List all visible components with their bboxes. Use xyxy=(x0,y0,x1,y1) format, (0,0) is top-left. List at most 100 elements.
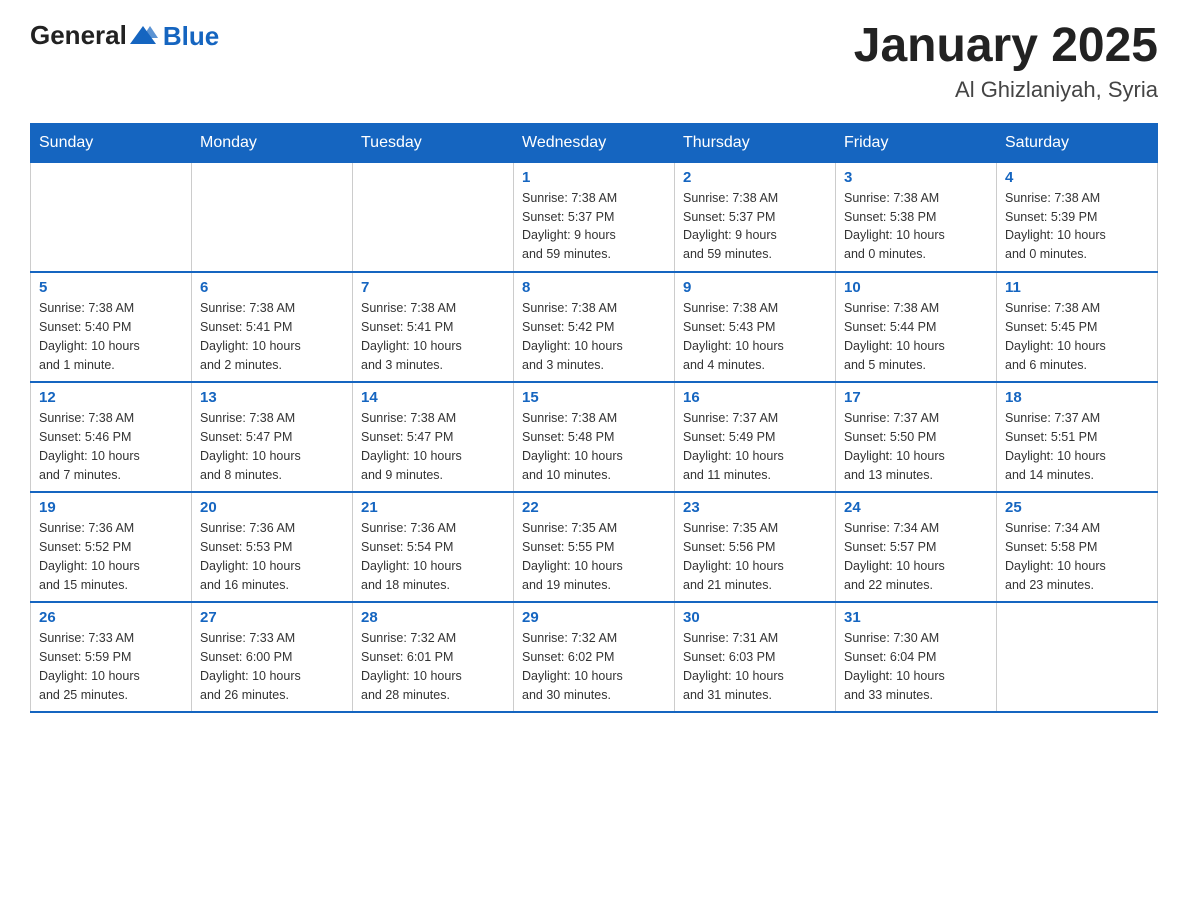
day-number: 19 xyxy=(39,499,183,516)
calendar-cell xyxy=(997,602,1158,712)
calendar-cell: 13 Sunrise: 7:38 AM Sunset: 5:47 PM Dayli… xyxy=(192,382,353,492)
day-info: Sunrise: 7:34 AM Sunset: 5:58 PM Dayligh… xyxy=(1005,519,1149,594)
calendar-cell: 10 Sunrise: 7:38 AM Sunset: 5:44 PM Dayli… xyxy=(836,272,997,382)
day-number: 17 xyxy=(844,389,988,406)
calendar-cell: 7Sunrise: 7:38 AM Sunset: 5:41 PM Daylig… xyxy=(353,272,514,382)
header-friday: Friday xyxy=(836,123,997,162)
day-info: Sunrise: 7:34 AM Sunset: 5:57 PM Dayligh… xyxy=(844,519,988,594)
day-number: 26 xyxy=(39,609,183,626)
day-number: 28 xyxy=(361,609,505,626)
day-number: 13 xyxy=(200,389,344,406)
logo-general: General xyxy=(30,20,127,51)
calendar-cell: 1 Sunrise: 7:38 AM Sunset: 5:37 PM Daylig… xyxy=(514,162,675,272)
calendar-week-0: 1 Sunrise: 7:38 AM Sunset: 5:37 PM Daylig… xyxy=(31,162,1158,272)
day-info: Sunrise: 7:38 AM Sunset: 5:38 PM Dayligh… xyxy=(844,189,988,264)
day-number: 4 xyxy=(1005,169,1149,186)
day-number: 3 xyxy=(844,169,988,186)
day-number: 10 xyxy=(844,279,988,296)
calendar-cell: 5Sunrise: 7:38 AM Sunset: 5:40 PM Daylig… xyxy=(31,272,192,382)
calendar-cell: 26 Sunrise: 7:33 AM Sunset: 5:59 PM Dayli… xyxy=(31,602,192,712)
calendar-cell: 8 Sunrise: 7:38 AM Sunset: 5:42 PM Daylig… xyxy=(514,272,675,382)
page-header: General Blue January 2025 Al Ghizlaniyah… xyxy=(30,20,1158,103)
day-info: Sunrise: 7:38 AM Sunset: 5:45 PM Dayligh… xyxy=(1005,299,1149,374)
day-number: 11 xyxy=(1005,279,1149,296)
calendar-cell: 16Sunrise: 7:37 AM Sunset: 5:49 PM Dayli… xyxy=(675,382,836,492)
day-info: Sunrise: 7:33 AM Sunset: 5:59 PM Dayligh… xyxy=(39,629,183,704)
header-tuesday: Tuesday xyxy=(353,123,514,162)
header-saturday: Saturday xyxy=(997,123,1158,162)
day-info: Sunrise: 7:37 AM Sunset: 5:51 PM Dayligh… xyxy=(1005,409,1149,484)
day-number: 12 xyxy=(39,389,183,406)
calendar-header-row: SundayMondayTuesdayWednesdayThursdayFrid… xyxy=(31,123,1158,162)
calendar-cell: 2Sunrise: 7:38 AM Sunset: 5:37 PM Daylig… xyxy=(675,162,836,272)
day-number: 21 xyxy=(361,499,505,516)
header-wednesday: Wednesday xyxy=(514,123,675,162)
calendar-cell: 23 Sunrise: 7:35 AM Sunset: 5:56 PM Dayli… xyxy=(675,492,836,602)
day-info: Sunrise: 7:38 AM Sunset: 5:47 PM Dayligh… xyxy=(200,409,344,484)
day-number: 18 xyxy=(1005,389,1149,406)
day-info: Sunrise: 7:35 AM Sunset: 5:56 PM Dayligh… xyxy=(683,519,827,594)
day-number: 31 xyxy=(844,609,988,626)
day-info: Sunrise: 7:37 AM Sunset: 5:49 PM Dayligh… xyxy=(683,409,827,484)
day-info: Sunrise: 7:36 AM Sunset: 5:53 PM Dayligh… xyxy=(200,519,344,594)
day-info: Sunrise: 7:36 AM Sunset: 5:52 PM Dayligh… xyxy=(39,519,183,594)
day-info: Sunrise: 7:32 AM Sunset: 6:02 PM Dayligh… xyxy=(522,629,666,704)
calendar-cell: 22 Sunrise: 7:35 AM Sunset: 5:55 PM Dayli… xyxy=(514,492,675,602)
day-info: Sunrise: 7:38 AM Sunset: 5:44 PM Dayligh… xyxy=(844,299,988,374)
location-title: Al Ghizlaniyah, Syria xyxy=(854,77,1158,103)
day-number: 22 xyxy=(522,499,666,516)
day-info: Sunrise: 7:38 AM Sunset: 5:37 PM Dayligh… xyxy=(683,189,827,264)
calendar-cell: 18 Sunrise: 7:37 AM Sunset: 5:51 PM Dayli… xyxy=(997,382,1158,492)
day-number: 30 xyxy=(683,609,827,626)
day-info: Sunrise: 7:38 AM Sunset: 5:46 PM Dayligh… xyxy=(39,409,183,484)
header-monday: Monday xyxy=(192,123,353,162)
calendar-cell xyxy=(192,162,353,272)
calendar-cell: 9Sunrise: 7:38 AM Sunset: 5:43 PM Daylig… xyxy=(675,272,836,382)
day-info: Sunrise: 7:37 AM Sunset: 5:50 PM Dayligh… xyxy=(844,409,988,484)
day-number: 15 xyxy=(522,389,666,406)
day-info: Sunrise: 7:38 AM Sunset: 5:40 PM Dayligh… xyxy=(39,299,183,374)
calendar-cell: 12 Sunrise: 7:38 AM Sunset: 5:46 PM Dayli… xyxy=(31,382,192,492)
day-info: Sunrise: 7:38 AM Sunset: 5:48 PM Dayligh… xyxy=(522,409,666,484)
calendar-cell: 4Sunrise: 7:38 AM Sunset: 5:39 PM Daylig… xyxy=(997,162,1158,272)
day-info: Sunrise: 7:38 AM Sunset: 5:37 PM Dayligh… xyxy=(522,189,666,264)
day-number: 14 xyxy=(361,389,505,406)
day-info: Sunrise: 7:38 AM Sunset: 5:41 PM Dayligh… xyxy=(361,299,505,374)
day-info: Sunrise: 7:31 AM Sunset: 6:03 PM Dayligh… xyxy=(683,629,827,704)
calendar-cell: 24 Sunrise: 7:34 AM Sunset: 5:57 PM Dayli… xyxy=(836,492,997,602)
calendar-week-1: 5Sunrise: 7:38 AM Sunset: 5:40 PM Daylig… xyxy=(31,272,1158,382)
calendar-cell: 28 Sunrise: 7:32 AM Sunset: 6:01 PM Dayli… xyxy=(353,602,514,712)
calendar-cell xyxy=(353,162,514,272)
month-title: January 2025 xyxy=(854,20,1158,73)
day-info: Sunrise: 7:33 AM Sunset: 6:00 PM Dayligh… xyxy=(200,629,344,704)
day-info: Sunrise: 7:38 AM Sunset: 5:47 PM Dayligh… xyxy=(361,409,505,484)
day-number: 20 xyxy=(200,499,344,516)
day-number: 8 xyxy=(522,279,666,296)
calendar-week-4: 26 Sunrise: 7:33 AM Sunset: 5:59 PM Dayli… xyxy=(31,602,1158,712)
calendar-week-3: 19 Sunrise: 7:36 AM Sunset: 5:52 PM Dayli… xyxy=(31,492,1158,602)
calendar-cell: 11 Sunrise: 7:38 AM Sunset: 5:45 PM Dayli… xyxy=(997,272,1158,382)
day-number: 29 xyxy=(522,609,666,626)
day-info: Sunrise: 7:38 AM Sunset: 5:43 PM Dayligh… xyxy=(683,299,827,374)
calendar-cell: 6Sunrise: 7:38 AM Sunset: 5:41 PM Daylig… xyxy=(192,272,353,382)
title-section: January 2025 Al Ghizlaniyah, Syria xyxy=(854,20,1158,103)
logo-blue: Blue xyxy=(163,23,219,49)
day-info: Sunrise: 7:38 AM Sunset: 5:42 PM Dayligh… xyxy=(522,299,666,374)
day-number: 1 xyxy=(522,169,666,186)
day-info: Sunrise: 7:35 AM Sunset: 5:55 PM Dayligh… xyxy=(522,519,666,594)
calendar-cell xyxy=(31,162,192,272)
day-info: Sunrise: 7:32 AM Sunset: 6:01 PM Dayligh… xyxy=(361,629,505,704)
day-number: 6 xyxy=(200,279,344,296)
logo: General Blue xyxy=(30,20,219,51)
day-info: Sunrise: 7:36 AM Sunset: 5:54 PM Dayligh… xyxy=(361,519,505,594)
day-number: 27 xyxy=(200,609,344,626)
calendar-cell: 19 Sunrise: 7:36 AM Sunset: 5:52 PM Dayli… xyxy=(31,492,192,602)
calendar-cell: 31Sunrise: 7:30 AM Sunset: 6:04 PM Dayli… xyxy=(836,602,997,712)
day-number: 24 xyxy=(844,499,988,516)
calendar-week-2: 12 Sunrise: 7:38 AM Sunset: 5:46 PM Dayli… xyxy=(31,382,1158,492)
calendar-cell: 27 Sunrise: 7:33 AM Sunset: 6:00 PM Dayli… xyxy=(192,602,353,712)
calendar-cell: 17 Sunrise: 7:37 AM Sunset: 5:50 PM Dayli… xyxy=(836,382,997,492)
logo-icon xyxy=(128,22,158,50)
day-number: 23 xyxy=(683,499,827,516)
calendar-cell: 3 Sunrise: 7:38 AM Sunset: 5:38 PM Daylig… xyxy=(836,162,997,272)
